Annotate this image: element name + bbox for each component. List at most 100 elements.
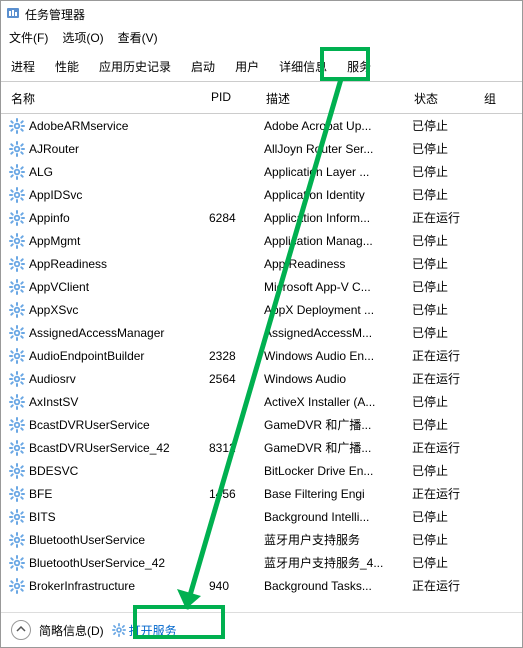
fewer-details-link[interactable]: 简略信息(D) — [39, 622, 104, 639]
service-row[interactable]: Audiosrv2564Windows Audio正在运行 — [1, 367, 522, 390]
service-desc: ActiveX Installer (A... — [264, 395, 412, 409]
gear-icon — [9, 141, 25, 157]
service-desc: 蓝牙用户支持服务 — [264, 531, 412, 548]
menu-options[interactable]: 选项(O) — [62, 29, 103, 46]
tab-details[interactable]: 详细信息 — [269, 52, 337, 81]
service-pid: 6284 — [209, 211, 264, 225]
service-row[interactable]: BluetoothUserService蓝牙用户支持服务已停止 — [1, 528, 522, 551]
gear-icon — [9, 440, 25, 456]
service-row[interactable]: AudioEndpointBuilder2328Windows Audio En… — [1, 344, 522, 367]
service-row[interactable]: AJRouter AllJoyn Router Ser...已停止 — [1, 137, 522, 160]
open-services-label: 打开服务 — [129, 622, 177, 639]
service-name: BFE — [29, 487, 52, 501]
gear-icon — [112, 623, 126, 637]
service-status: 已停止 — [412, 393, 482, 410]
service-desc: AssignedAccessM... — [264, 326, 412, 340]
service-desc: Adobe Acrobat Up... — [264, 119, 412, 133]
service-row[interactable]: AdobeARMserviceAdobe Acrobat Up...已停止 — [1, 114, 522, 137]
tab-users[interactable]: 用户 — [225, 52, 269, 81]
service-row[interactable]: AppVClientMicrosoft App-V C...已停止 — [1, 275, 522, 298]
service-row[interactable]: BcastDVRUserService_428312GameDVR 和广播...… — [1, 436, 522, 459]
service-row[interactable]: BITSBackground Intelli...已停止 — [1, 505, 522, 528]
gear-icon — [9, 509, 25, 525]
gear-icon — [9, 348, 25, 364]
gear-icon — [9, 279, 25, 295]
service-desc: Microsoft App-V C... — [264, 280, 412, 294]
service-desc: Background Tasks... — [264, 579, 412, 593]
tab-performance[interactable]: 性能 — [45, 52, 89, 81]
service-desc: Application Manag... — [264, 234, 412, 248]
open-services-link[interactable]: 打开服务 — [112, 622, 177, 639]
tab-processes[interactable]: 进程 — [1, 52, 45, 81]
menu-file[interactable]: 文件(F) — [9, 29, 48, 46]
fewer-details-icon[interactable] — [11, 620, 31, 640]
service-desc: 蓝牙用户支持服务_4... — [264, 554, 412, 571]
service-status: 已停止 — [412, 163, 482, 180]
service-desc: Application Inform... — [264, 211, 412, 225]
column-desc-header[interactable]: 描述 — [266, 90, 414, 107]
service-name: AppReadiness — [29, 257, 107, 271]
menu-view[interactable]: 查看(V) — [118, 29, 158, 46]
gear-icon — [9, 371, 25, 387]
service-status: 已停止 — [412, 186, 482, 203]
column-status-header[interactable]: 状态 — [414, 90, 484, 107]
services-list[interactable]: AdobeARMserviceAdobe Acrobat Up...已停止AJR… — [1, 114, 522, 606]
service-desc: Application Layer ... — [264, 165, 412, 179]
gear-icon — [9, 256, 25, 272]
tab-history[interactable]: 应用历史记录 — [89, 52, 181, 81]
service-row[interactable]: AppReadinessApp Readiness已停止 — [1, 252, 522, 275]
service-row[interactable]: BFE1456Base Filtering Engi正在运行 — [1, 482, 522, 505]
service-name: BluetoothUserService_42 — [29, 556, 165, 570]
service-desc: Windows Audio En... — [264, 349, 412, 363]
service-status: 已停止 — [412, 508, 482, 525]
service-desc: GameDVR 和广播... — [264, 439, 412, 456]
service-name: BcastDVRUserService_42 — [29, 441, 170, 455]
service-status: 已停止 — [412, 324, 482, 341]
service-name: Audiosrv — [29, 372, 76, 386]
task-manager-window: 任务管理器 文件(F) 选项(O) 查看(V) 进程 性能 应用历史记录 启动 … — [0, 0, 523, 648]
gear-icon — [9, 555, 25, 571]
service-row[interactable]: ALGApplication Layer ...已停止 — [1, 160, 522, 183]
service-status: 已停止 — [412, 140, 482, 157]
service-name: AJRouter — [29, 142, 79, 156]
service-row[interactable]: BrokerInfrastructure940Background Tasks.… — [1, 574, 522, 597]
gear-icon — [9, 417, 25, 433]
service-row[interactable]: BluetoothUserService_42 蓝牙用户支持服务_4...已停止 — [1, 551, 522, 574]
service-name: AppVClient — [29, 280, 89, 294]
service-desc: App Readiness — [264, 257, 412, 271]
service-row[interactable]: Appinfo6284Application Inform...正在运行 — [1, 206, 522, 229]
service-status: 已停止 — [412, 531, 482, 548]
service-row[interactable]: BcastDVRUserServiceGameDVR 和广播...已停止 — [1, 413, 522, 436]
service-desc: AllJoyn Router Ser... — [264, 142, 412, 156]
tab-startup[interactable]: 启动 — [181, 52, 225, 81]
service-row[interactable]: AxInstSV ActiveX Installer (A...已停止 — [1, 390, 522, 413]
service-row[interactable]: AppXSvcAppX Deployment ...已停止 — [1, 298, 522, 321]
service-name: AppXSvc — [29, 303, 78, 317]
column-group-header[interactable]: 组 — [484, 90, 504, 107]
service-status: 已停止 — [412, 416, 482, 433]
service-name: AdobeARMservice — [29, 119, 128, 133]
gear-icon — [9, 302, 25, 318]
service-name: AppMgmt — [29, 234, 80, 248]
titlebar: 任务管理器 — [1, 1, 522, 27]
gear-icon — [9, 187, 25, 203]
window-title: 任务管理器 — [25, 6, 85, 23]
gear-icon — [9, 463, 25, 479]
service-status: 正在运行 — [412, 485, 482, 502]
service-name: AxInstSV — [29, 395, 78, 409]
tab-services[interactable]: 服务 — [337, 52, 381, 81]
service-desc: AppX Deployment ... — [264, 303, 412, 317]
service-row[interactable]: AppIDSvcApplication Identity已停止 — [1, 183, 522, 206]
gear-icon — [9, 394, 25, 410]
service-row[interactable]: AppMgmtApplication Manag...已停止 — [1, 229, 522, 252]
gear-icon — [9, 532, 25, 548]
service-row[interactable]: BDESVCBitLocker Drive En...已停止 — [1, 459, 522, 482]
column-name-header[interactable]: 名称 — [1, 90, 211, 107]
menubar: 文件(F) 选项(O) 查看(V) — [1, 27, 522, 48]
column-pid-header[interactable]: PID — [211, 90, 266, 107]
service-row[interactable]: AssignedAccessManagerAssignedAccessM...已… — [1, 321, 522, 344]
gear-icon — [9, 486, 25, 502]
service-status: 已停止 — [412, 554, 482, 571]
service-desc: Base Filtering Engi — [264, 487, 412, 501]
service-pid: 2564 — [209, 372, 264, 386]
